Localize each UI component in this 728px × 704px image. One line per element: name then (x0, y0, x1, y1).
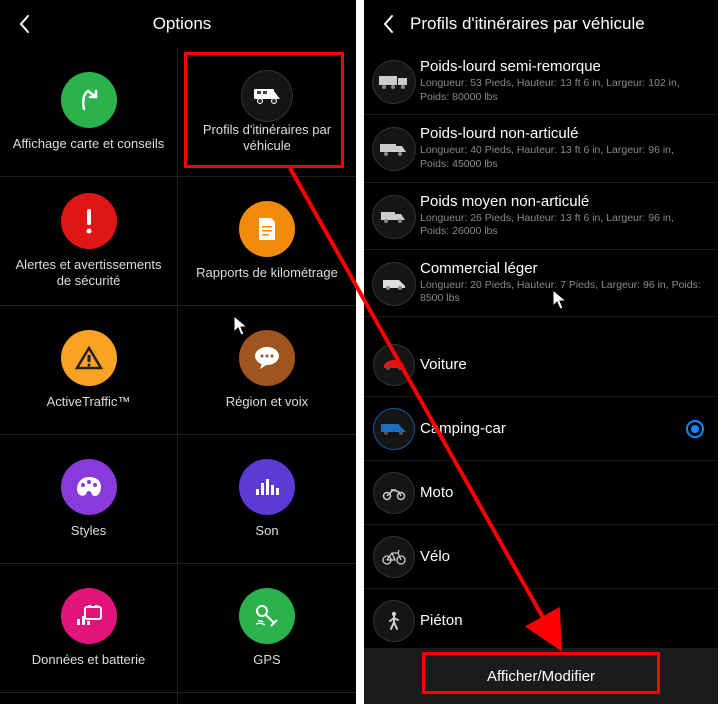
back-button[interactable] (374, 10, 402, 38)
view-edit-button[interactable]: Afficher/Modifier (364, 648, 718, 704)
option-label: Son (255, 523, 278, 539)
palette-icon (61, 459, 117, 515)
traffic-icon (61, 330, 117, 386)
option-styles[interactable]: Styles (0, 435, 178, 564)
profile-details: Longueur: 53 Pieds, Hauteur: 13 ft 6 in,… (420, 77, 704, 104)
satellite-icon (239, 588, 295, 644)
profile-rigid-medium[interactable]: Poids moyen non-articulé Longueur: 26 Pi… (364, 183, 718, 250)
alert-icon (61, 193, 117, 249)
report-icon (239, 201, 295, 257)
moto-icon (373, 472, 415, 514)
bike-icon (373, 536, 415, 578)
profiles-title: Profils d'itinéraires par véhicule (410, 14, 708, 34)
option-data-battery[interactable]: Données et batterie (0, 564, 178, 693)
profile-rigid-heavy[interactable]: Poids-lourd non-articulé Longueur: 40 Pi… (364, 115, 718, 182)
option-reports[interactable]: Rapports de kilométrage (178, 177, 356, 306)
vehicle-label: Voiture (420, 356, 704, 373)
option-label: GPS (253, 652, 280, 668)
vehicle-bike[interactable]: Vélo (364, 525, 718, 589)
map-display-icon (61, 72, 117, 128)
profile-name: Poids moyen non-articulé (420, 193, 704, 210)
car-icon (373, 344, 415, 386)
rigid-truck-icon (372, 127, 416, 171)
profile-semi-trailer[interactable]: Poids-lourd semi-remorque Longueur: 53 P… (364, 48, 718, 115)
medium-truck-icon (372, 195, 416, 239)
option-label: Styles (71, 523, 106, 539)
van-icon (372, 262, 416, 306)
speech-icon (239, 330, 295, 386)
profile-name: Poids-lourd semi-remorque (420, 58, 704, 75)
option-label: ActiveTraffic™ (47, 394, 131, 410)
option-extra-1[interactable] (0, 693, 178, 704)
equalizer-icon (239, 459, 295, 515)
vehicle-pedestrian[interactable]: Piéton (364, 589, 718, 653)
view-edit-label: Afficher/Modifier (487, 668, 595, 685)
option-label: Rapports de kilométrage (196, 265, 338, 281)
profiles-header: Profils d'itinéraires par véhicule (364, 0, 718, 48)
option-region-voice[interactable]: Région et voix (178, 306, 356, 435)
profile-details: Longueur: 26 Pieds, Hauteur: 13 ft 6 in,… (420, 212, 704, 239)
option-vehicle-profiles[interactable]: Profils d'itinéraires par véhicule (178, 48, 356, 177)
options-title: Options (46, 14, 318, 34)
option-traffic[interactable]: ActiveTraffic™ (0, 306, 178, 435)
semi-truck-icon (372, 60, 416, 104)
vehicle-campingcar[interactable]: Camping-car (364, 397, 718, 461)
option-label: Profils d'itinéraires par véhicule (188, 122, 346, 155)
pedestrian-icon (373, 600, 415, 642)
option-sound[interactable]: Son (178, 435, 356, 564)
vehicle-moto[interactable]: Moto (364, 461, 718, 525)
option-alerts[interactable]: Alertes et avertissements de sécurité (0, 177, 178, 306)
profile-details: Longueur: 40 Pieds, Hauteur: 13 ft 6 in,… (420, 144, 704, 171)
campingcar-icon (373, 408, 415, 450)
option-map-display[interactable]: Affichage carte et conseils (0, 48, 178, 177)
vehicle-car[interactable]: Voiture (364, 333, 718, 397)
option-label: Alertes et avertissements de sécurité (10, 257, 167, 290)
option-gps[interactable]: GPS (178, 564, 356, 693)
option-label: Données et batterie (32, 652, 145, 668)
back-button[interactable] (10, 10, 38, 38)
option-label: Affichage carte et conseils (13, 136, 165, 152)
option-extra-2[interactable] (178, 693, 356, 704)
battery-icon (61, 588, 117, 644)
profile-details: Longueur: 20 Pieds, Hauteur: 7 Pieds, La… (420, 279, 704, 306)
vehicle-label: Moto (420, 484, 704, 501)
option-label: Région et voix (226, 394, 308, 410)
profile-name: Poids-lourd non-articulé (420, 125, 704, 142)
rv-icon (241, 70, 293, 122)
radio-selected[interactable] (686, 420, 704, 438)
vehicle-label: Vélo (420, 548, 704, 565)
vehicle-label: Piéton (420, 612, 704, 629)
options-header: Options (0, 0, 356, 48)
vehicle-label: Camping-car (420, 420, 686, 437)
profile-light-commercial[interactable]: Commercial léger Longueur: 20 Pieds, Hau… (364, 250, 718, 317)
profile-name: Commercial léger (420, 260, 704, 277)
